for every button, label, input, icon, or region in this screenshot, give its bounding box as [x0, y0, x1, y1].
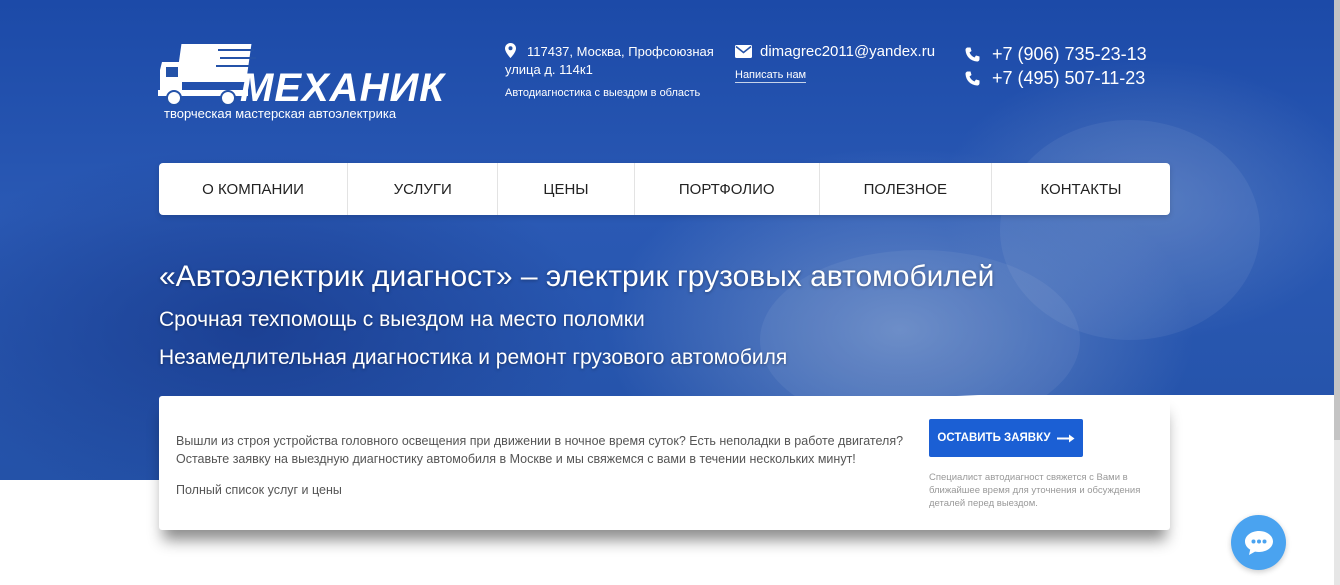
arrow-right-icon [1056, 434, 1075, 442]
nav-item-contacts[interactable]: КОНТАКТЫ [992, 163, 1170, 215]
card-description: Вышли из строя устройства головного осве… [176, 432, 916, 468]
page-title: «Автоэлектрик диагност» – электрик грузо… [159, 260, 995, 293]
main-nav: О КОМПАНИИ УСЛУГИ ЦЕНЫ ПОРТФОЛИО ПОЛЕЗНО… [159, 163, 1170, 215]
email-address[interactable]: dimagrec2011@yandex.ru [760, 43, 935, 60]
address-block: 117437, Москва, Профсоюзная улица д. 114… [505, 43, 720, 99]
nav-item-prices[interactable]: ЦЕНЫ [498, 163, 635, 215]
phone-icon [965, 71, 980, 85]
phone-number[interactable]: +7 (906) 735-23-13 [992, 42, 1147, 66]
phone-number[interactable]: +7 (495) 507-11-23 [992, 66, 1145, 90]
leave-request-button[interactable]: ОСТАВИТЬ ЗАЯВКУ [929, 419, 1083, 457]
services-list-link[interactable]: Полный список услуг и цены [176, 483, 342, 497]
scrollbar-thumb[interactable] [1334, 0, 1340, 440]
logo-name: МЕХАНИК [240, 66, 445, 110]
map-pin-icon [505, 43, 516, 58]
address-line-1: 117437, Москва, Профсоюзная [527, 44, 714, 59]
leave-request-label: ОСТАВИТЬ ЗАЯВКУ [937, 432, 1051, 444]
write-us-link[interactable]: Написать нам [735, 69, 807, 83]
card-text-line-2: Оставьте заявку на выездную диагностику … [176, 452, 856, 466]
scrollbar[interactable] [1334, 0, 1340, 585]
cta-note: Специалист автодиагност свяжется с Вами … [929, 472, 1141, 509]
nav-item-portfolio[interactable]: ПОРТФОЛИО [635, 163, 820, 215]
hero-subtitle-1: Срочная техпомощь с выездом на место пол… [159, 308, 645, 331]
phone-icon [965, 47, 980, 61]
address-line-2: улица д. 114к1 [505, 62, 593, 77]
phones-block: +7 (906) 735-23-13 +7 (495) 507-11-23 [965, 42, 1147, 90]
card-text-line-1: Вышли из строя устройства головного осве… [176, 434, 904, 448]
nav-item-services[interactable]: УСЛУГИ [348, 163, 499, 215]
envelope-icon [735, 45, 752, 58]
hero-subtitle-2: Незамедлительная диагностика и ремонт гр… [159, 346, 788, 369]
address-note: Автодиагностика с выездом в область [505, 87, 701, 99]
site-logo[interactable]: МЕХАНИК творческая мастерская автоэлектр… [158, 40, 444, 124]
nav-item-about[interactable]: О КОМПАНИИ [159, 163, 349, 215]
phone-row[interactable]: +7 (495) 507-11-23 [965, 66, 1147, 90]
chat-bubble-icon [1244, 530, 1273, 555]
logo-tagline: творческая мастерская автоэлектрика [164, 106, 397, 121]
hero-decor [1000, 120, 1260, 340]
nav-item-useful[interactable]: ПОЛЕЗНОЕ [820, 163, 992, 215]
email-block: dimagrec2011@yandex.ru Написать нам [735, 43, 935, 83]
chat-widget-button[interactable] [1231, 515, 1286, 570]
request-card: Вышли из строя устройства головного осве… [159, 396, 1170, 530]
phone-row[interactable]: +7 (906) 735-23-13 [965, 42, 1147, 66]
